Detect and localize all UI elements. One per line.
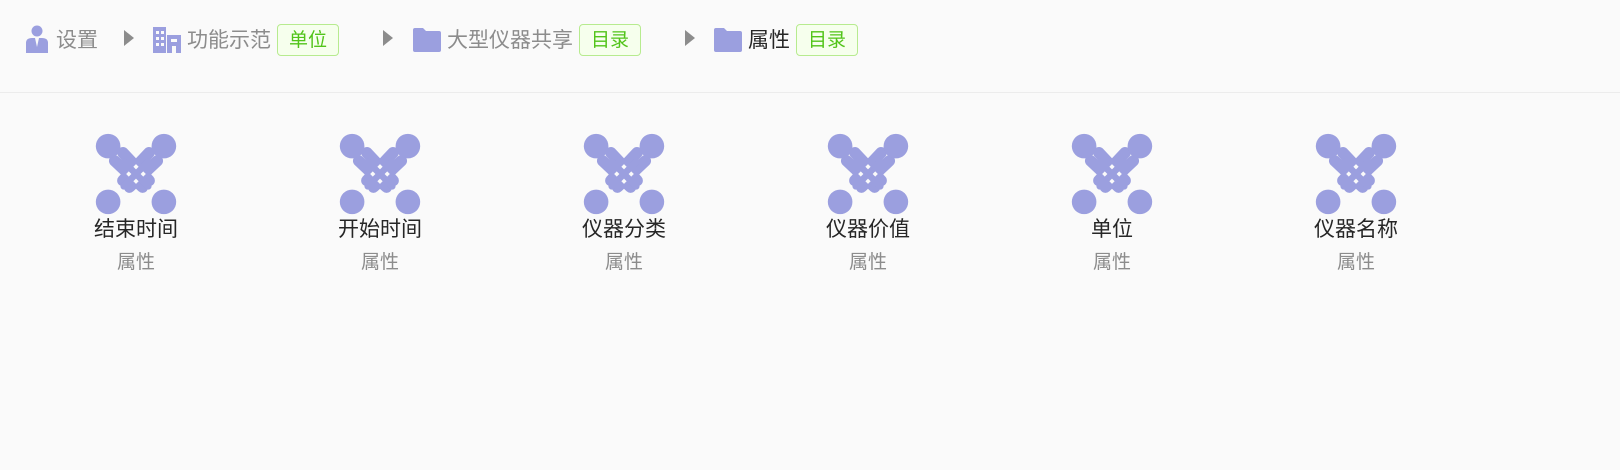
joomla-icon — [827, 133, 909, 215]
breadcrumb-label: 功能示范 — [187, 28, 271, 52]
caret-right-icon — [685, 30, 695, 46]
folder-icon — [412, 27, 442, 53]
breadcrumb-label: 属性 — [748, 28, 790, 52]
joomla-icon — [1315, 133, 1397, 215]
item-type: 属性 — [116, 251, 155, 273]
joomla-icon — [1071, 133, 1153, 215]
item-name: 仪器分类 — [582, 217, 666, 241]
item-type: 属性 — [604, 251, 643, 273]
grid-item-start-time[interactable]: 开始时间 属性 — [305, 133, 455, 283]
item-type: 属性 — [360, 251, 399, 273]
breadcrumb-item-instrument-sharing[interactable]: 大型仪器共享 目录 — [412, 18, 642, 62]
type-tag: 目录 — [579, 24, 642, 56]
item-name: 仪器名称 — [1314, 217, 1398, 241]
breadcrumb-label: 设置 — [56, 28, 98, 52]
caret-right-icon — [124, 30, 134, 46]
joomla-icon — [339, 133, 421, 215]
joomla-icon — [95, 133, 177, 215]
breadcrumb-item-attributes[interactable]: 属性 目录 — [713, 18, 859, 62]
folder-icon — [713, 27, 743, 53]
user-icon — [24, 25, 50, 55]
item-type: 属性 — [1092, 251, 1131, 273]
building-icon — [152, 25, 182, 55]
grid-item-instrument-category[interactable]: 仪器分类 属性 — [549, 133, 699, 283]
grid-item-end-time[interactable]: 结束时间 属性 — [61, 133, 211, 283]
joomla-icon — [583, 133, 665, 215]
item-name: 单位 — [1091, 217, 1133, 241]
grid-item-unit[interactable]: 单位 属性 — [1037, 133, 1187, 283]
breadcrumb-item-demo[interactable]: 功能示范 单位 — [152, 18, 340, 62]
grid-item-instrument-value[interactable]: 仪器价值 属性 — [793, 133, 943, 283]
breadcrumb: 设置 功能示范 单位 大型仪器共享 目录 属性 目录 — [0, 0, 1620, 93]
breadcrumb-label: 大型仪器共享 — [447, 28, 573, 52]
type-tag: 单位 — [277, 24, 340, 56]
grid-item-instrument-name[interactable]: 仪器名称 属性 — [1281, 133, 1431, 283]
item-name: 开始时间 — [338, 217, 422, 241]
breadcrumb-item-settings[interactable]: 设置 — [24, 18, 98, 62]
caret-right-icon — [383, 30, 393, 46]
attribute-grid: 结束时间 属性 开始时间 属性 仪器分类 属性 仪器价值 属性 单位 属性 仪器… — [0, 93, 1620, 470]
item-name: 结束时间 — [94, 217, 178, 241]
item-type: 属性 — [1336, 251, 1375, 273]
type-tag: 目录 — [796, 24, 859, 56]
item-type: 属性 — [848, 251, 887, 273]
item-name: 仪器价值 — [826, 217, 910, 241]
